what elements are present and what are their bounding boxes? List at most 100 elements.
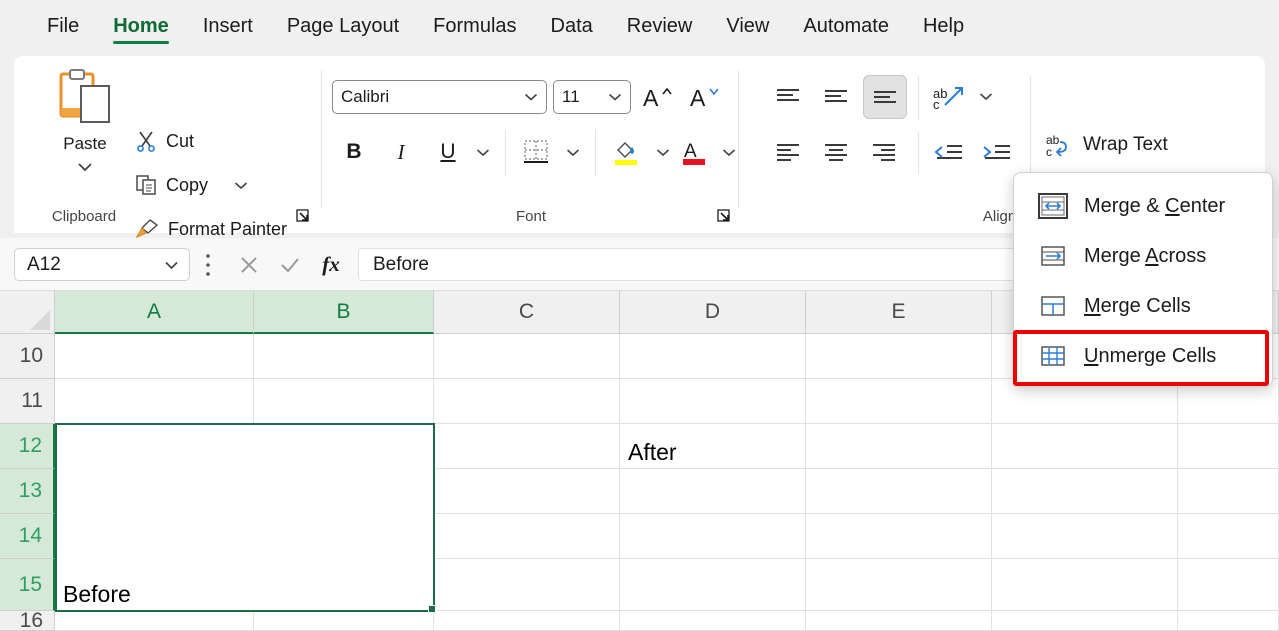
ribbon-tab-review[interactable]: Review: [610, 9, 710, 48]
cell-g13[interactable]: [1178, 469, 1279, 514]
cell-f12[interactable]: [992, 424, 1178, 469]
increase-indent-button[interactable]: [976, 134, 1018, 172]
cell-e13[interactable]: [806, 469, 992, 514]
row-header-10[interactable]: 10: [0, 334, 55, 379]
cell-a16[interactable]: [55, 611, 254, 631]
cell-e15[interactable]: [806, 559, 992, 611]
orientation-button[interactable]: ab c: [928, 78, 970, 116]
font-family-combo[interactable]: Calibri: [332, 80, 547, 114]
cell-d15[interactable]: [620, 559, 806, 611]
cell-b16[interactable]: [254, 611, 434, 631]
cell-e10[interactable]: [806, 334, 992, 379]
clipboard-dialog-launcher[interactable]: [296, 209, 310, 223]
fill-handle[interactable]: [428, 605, 436, 613]
insert-function-button[interactable]: fx: [314, 248, 348, 281]
align-top-button[interactable]: [768, 78, 808, 116]
ribbon-tab-view[interactable]: View: [709, 9, 786, 48]
cell-d13[interactable]: [620, 469, 806, 514]
ribbon-tab-page-layout[interactable]: Page Layout: [270, 9, 416, 48]
row-header-15[interactable]: 15: [0, 559, 55, 611]
cell-c16[interactable]: [434, 611, 620, 631]
cell-c10[interactable]: [434, 334, 620, 379]
align-right-button[interactable]: [864, 134, 904, 172]
cancel-entry-button[interactable]: [232, 248, 266, 281]
cell-e11[interactable]: [806, 379, 992, 424]
cell-e14[interactable]: [806, 514, 992, 559]
align-bottom-button[interactable]: [863, 75, 907, 119]
bold-button[interactable]: B: [336, 134, 372, 170]
underline-dropdown-button[interactable]: [471, 140, 495, 164]
decrease-indent-button[interactable]: [928, 134, 970, 172]
fill-color-dropdown-button[interactable]: [651, 140, 675, 164]
cell-d16[interactable]: [620, 611, 806, 631]
cell-e12[interactable]: [806, 424, 992, 469]
ribbon-tab-data[interactable]: Data: [534, 9, 610, 48]
cell-f14[interactable]: [992, 514, 1178, 559]
row-header-12[interactable]: 12: [0, 424, 55, 469]
paste-button[interactable]: Paste: [44, 68, 126, 184]
select-all-button[interactable]: [0, 291, 55, 334]
row-header-16[interactable]: 16: [0, 609, 55, 631]
cell-c11[interactable]: [434, 379, 620, 424]
orientation-dropdown-button[interactable]: [974, 84, 998, 108]
ribbon-tab-file[interactable]: File: [30, 9, 96, 48]
font-dialog-launcher[interactable]: [717, 209, 731, 223]
menu-item-merge-cells[interactable]: Merge Cells: [1014, 281, 1272, 331]
column-header-c[interactable]: C: [434, 291, 620, 334]
copy-icon: [136, 175, 156, 195]
cell-b10[interactable]: [254, 334, 434, 379]
cell-c12[interactable]: [434, 424, 620, 469]
cell-c13[interactable]: [434, 469, 620, 514]
align-middle-button[interactable]: [816, 78, 856, 116]
column-header-e[interactable]: E: [806, 291, 992, 334]
row-header-11[interactable]: 11: [0, 379, 55, 424]
ribbon-tab-insert[interactable]: Insert: [186, 9, 270, 48]
align-center-button[interactable]: [816, 134, 856, 172]
column-header-d[interactable]: D: [620, 291, 806, 334]
cell-g16[interactable]: [1178, 611, 1279, 631]
cut-button[interactable]: Cut: [129, 126, 200, 156]
cell-f13[interactable]: [992, 469, 1178, 514]
ribbon-tab-home[interactable]: Home: [96, 9, 186, 48]
cell-a11[interactable]: [55, 379, 254, 424]
cell-d10[interactable]: [620, 334, 806, 379]
italic-button[interactable]: I: [383, 134, 419, 170]
column-header-b[interactable]: B: [254, 291, 434, 334]
menu-item-unmerge-cells[interactable]: Unmerge Cells: [1014, 331, 1272, 381]
cell-f16[interactable]: [992, 611, 1178, 631]
font-size-combo[interactable]: 11: [553, 80, 631, 114]
cell-d14[interactable]: [620, 514, 806, 559]
cell-c14[interactable]: [434, 514, 620, 559]
cell-e16[interactable]: [806, 611, 992, 631]
cell-g12[interactable]: [1178, 424, 1279, 469]
formula-bar-options-icon[interactable]: [200, 252, 216, 278]
increase-font-size-button[interactable]: A: [639, 78, 677, 116]
cell-b11[interactable]: [254, 379, 434, 424]
decrease-font-size-button[interactable]: A: [686, 78, 724, 116]
ribbon-tab-help[interactable]: Help: [906, 9, 981, 48]
row-header-13[interactable]: 13: [0, 469, 55, 514]
wrap-text-button[interactable]: ab c Wrap Text: [1040, 130, 1174, 160]
cell-c15[interactable]: [434, 559, 620, 611]
confirm-entry-button[interactable]: [273, 248, 307, 281]
menu-item-merge-across[interactable]: Merge Across: [1014, 231, 1272, 281]
copy-dropdown-button[interactable]: [230, 175, 252, 195]
cell-d11[interactable]: [620, 379, 806, 424]
copy-button[interactable]: Copy: [129, 170, 214, 200]
column-header-a[interactable]: A: [55, 291, 254, 334]
align-left-button[interactable]: [768, 134, 808, 172]
menu-item-merge-and-center[interactable]: Merge & Center: [1014, 181, 1272, 231]
cell-f15[interactable]: [992, 559, 1178, 611]
borders-button[interactable]: [517, 134, 555, 170]
font-color-button[interactable]: A: [675, 134, 713, 170]
cell-a10[interactable]: [55, 334, 254, 379]
ribbon-tab-automate[interactable]: Automate: [786, 9, 906, 48]
row-header-14[interactable]: 14: [0, 514, 55, 559]
name-box[interactable]: A12: [14, 248, 190, 281]
fill-color-button[interactable]: [607, 134, 645, 170]
underline-button[interactable]: U: [430, 134, 466, 170]
cell-g15[interactable]: [1178, 559, 1279, 611]
cell-g14[interactable]: [1178, 514, 1279, 559]
borders-dropdown-button[interactable]: [561, 140, 585, 164]
ribbon-tab-formulas[interactable]: Formulas: [416, 9, 533, 48]
